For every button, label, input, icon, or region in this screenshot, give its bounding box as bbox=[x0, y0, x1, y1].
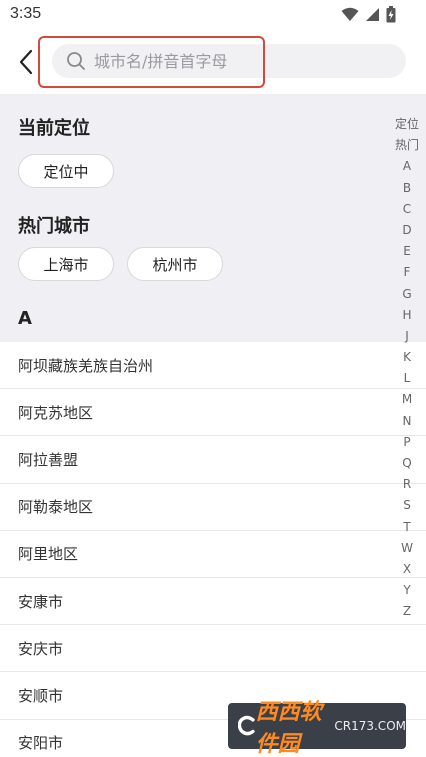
list-item[interactable]: 安康市 bbox=[0, 577, 426, 626]
index-item[interactable]: M bbox=[402, 389, 412, 410]
list-item[interactable]: 阿里地区 bbox=[0, 530, 426, 578]
list-item[interactable]: 阿拉善盟 bbox=[0, 436, 426, 484]
index-item[interactable]: X bbox=[403, 559, 411, 580]
locating-chip[interactable]: 定位中 bbox=[18, 154, 114, 188]
signal-icon bbox=[366, 8, 379, 21]
index-item[interactable]: L bbox=[404, 368, 411, 389]
index-item[interactable]: Y bbox=[403, 580, 410, 601]
section-letter: A bbox=[18, 308, 32, 329]
index-item[interactable]: Q bbox=[402, 453, 411, 474]
index-item[interactable]: H bbox=[402, 305, 411, 326]
header bbox=[0, 30, 426, 94]
current-location-title: 当前定位 bbox=[18, 118, 90, 139]
index-item[interactable]: T bbox=[403, 517, 410, 538]
index-item[interactable]: R bbox=[403, 474, 411, 495]
search-input[interactable] bbox=[94, 51, 374, 71]
index-item[interactable]: F bbox=[404, 262, 411, 283]
index-item[interactable]: N bbox=[403, 411, 412, 432]
search-box[interactable] bbox=[52, 44, 406, 78]
list-item[interactable]: 阿坝藏族羌族自治州 bbox=[0, 342, 426, 390]
index-item[interactable]: J bbox=[405, 326, 409, 347]
hot-city-chip[interactable]: 上海市 bbox=[18, 247, 114, 281]
index-item[interactable]: C bbox=[403, 199, 411, 220]
hot-cities-title: 热门城市 bbox=[18, 216, 90, 237]
index-item[interactable]: P bbox=[403, 432, 410, 453]
index-item[interactable]: K bbox=[403, 347, 411, 368]
index-item[interactable]: G bbox=[402, 284, 411, 305]
battery-icon bbox=[386, 6, 396, 23]
status-icons bbox=[341, 6, 396, 23]
status-bar: 3:35 bbox=[0, 0, 426, 30]
list-item[interactable]: 阿勒泰地区 bbox=[0, 483, 426, 531]
back-button[interactable] bbox=[12, 46, 40, 78]
index-item[interactable]: B bbox=[403, 178, 411, 199]
chevron-left-icon bbox=[19, 49, 33, 75]
index-bar: 定位 热门 A B C D E F G H J K L M N P Q R S … bbox=[388, 114, 426, 623]
watermark-site: CR173.COM bbox=[334, 719, 406, 733]
index-item[interactable]: 热门 bbox=[395, 135, 419, 156]
hot-city-chip[interactable]: 杭州市 bbox=[127, 247, 223, 281]
index-item[interactable]: E bbox=[403, 241, 411, 262]
watermark-brand: 西西软件园 bbox=[255, 700, 322, 757]
logo-c-icon bbox=[238, 715, 255, 736]
index-item[interactable]: 定位 bbox=[395, 114, 419, 135]
status-time: 3:35 bbox=[10, 5, 42, 22]
index-item[interactable]: D bbox=[402, 220, 411, 241]
index-item[interactable]: Z bbox=[403, 601, 411, 622]
list-item[interactable]: 阿克苏地区 bbox=[0, 389, 426, 437]
index-item[interactable]: W bbox=[401, 538, 413, 559]
city-list: 阿坝藏族羌族自治州 阿克苏地区 阿拉善盟 阿勒泰地区 阿里地区 安康市 安庆市 … bbox=[0, 342, 426, 757]
search-icon bbox=[67, 52, 85, 70]
wifi-icon bbox=[341, 7, 359, 21]
list-item[interactable]: 安庆市 bbox=[0, 625, 426, 673]
index-item[interactable]: A bbox=[403, 156, 411, 177]
gray-area: 当前定位 定位中 热门城市 上海市 杭州市 A bbox=[0, 94, 426, 342]
index-item[interactable]: S bbox=[403, 495, 411, 516]
watermark-logo: 西西软件园 CR173.COM bbox=[228, 700, 406, 757]
